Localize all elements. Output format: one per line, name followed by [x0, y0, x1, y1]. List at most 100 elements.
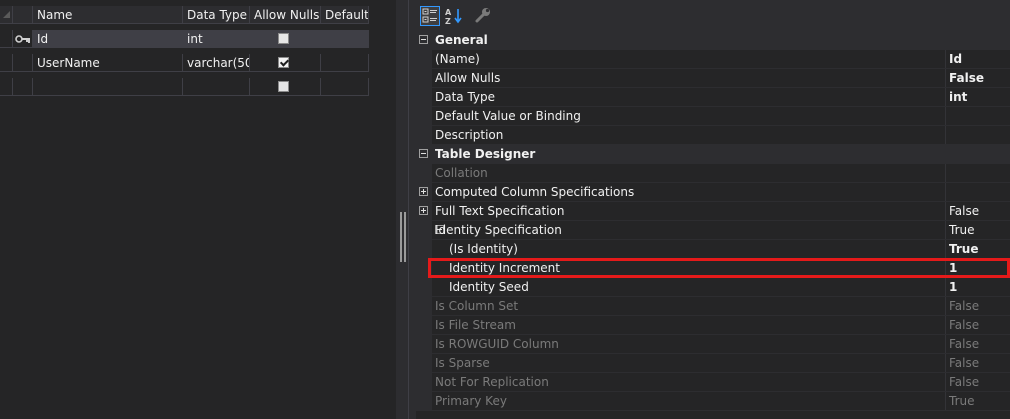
property-row-description[interactable]: Description — [416, 126, 1010, 145]
property-name: Description — [435, 128, 504, 142]
property-row-identity-seed[interactable]: Identity Seed 1 — [416, 278, 1010, 297]
property-name: (Name) — [435, 52, 480, 66]
expand-icon[interactable] — [419, 187, 428, 196]
allow-nulls-checkbox[interactable] — [278, 57, 289, 68]
cell-data-type[interactable]: varchar(50) — [183, 54, 250, 72]
cell-column-name[interactable]: UserName — [33, 54, 183, 72]
key-icon — [15, 35, 30, 43]
property-value[interactable]: False — [949, 354, 979, 373]
svg-text:Z: Z — [445, 17, 451, 26]
splitter-grip-icon[interactable] — [400, 212, 406, 262]
column-header-name[interactable]: Name — [33, 6, 183, 24]
property-row-allow-nulls[interactable]: Allow Nulls False — [416, 69, 1010, 88]
cell-column-name[interactable] — [33, 78, 183, 96]
property-name: Identity Specification — [435, 223, 562, 237]
property-row-is-identity[interactable]: (Is Identity) True — [416, 240, 1010, 259]
collapse-icon[interactable] — [419, 149, 428, 158]
alphabetical-icon: A Z — [445, 8, 462, 26]
categorized-icon — [422, 8, 437, 23]
property-value[interactable]: 1 — [949, 259, 957, 278]
property-name: Is File Stream — [435, 318, 516, 332]
property-value[interactable]: False — [949, 316, 979, 335]
column-header-allow-nulls[interactable]: Allow Nulls — [250, 6, 321, 24]
property-row-not-for-replication[interactable]: Not For Replication False — [416, 373, 1010, 392]
column-properties-pane: A Z General (Name) Id Allow Nulls False — [416, 0, 1010, 419]
column-header-data-type[interactable]: Data Type — [183, 6, 250, 24]
cell-default[interactable] — [321, 78, 369, 96]
table-row[interactable]: Id int — [0, 30, 369, 49]
property-value[interactable]: True — [949, 392, 975, 411]
property-value[interactable]: Id — [949, 50, 962, 69]
svg-text:A: A — [445, 8, 452, 17]
category-label: Table Designer — [435, 147, 536, 161]
column-grid-pane: Name Data Type Allow Nulls Default Id in… — [0, 0, 396, 419]
table-row[interactable] — [0, 78, 369, 97]
property-row-collation[interactable]: Collation — [416, 164, 1010, 183]
property-row-computed-column[interactable]: Computed Column Specifications — [416, 183, 1010, 202]
cell-default[interactable] — [321, 54, 369, 72]
select-all-triangle-icon — [3, 11, 10, 18]
property-name: Is Sparse — [435, 356, 490, 370]
cell-allow-nulls[interactable] — [250, 54, 321, 72]
column-header-default[interactable]: Default — [321, 6, 369, 24]
property-value[interactable]: False — [949, 335, 979, 354]
property-row-default-value[interactable]: Default Value or Binding — [416, 107, 1010, 126]
primary-key-cell — [13, 78, 33, 96]
cell-default[interactable] — [321, 30, 369, 48]
property-name: Allow Nulls — [435, 71, 501, 85]
property-value[interactable]: int — [949, 88, 967, 107]
property-name: Primary Key — [435, 394, 507, 408]
table-row[interactable]: UserName varchar(50) — [0, 54, 369, 73]
property-value[interactable]: True — [949, 221, 975, 240]
property-row-name[interactable]: (Name) Id — [416, 50, 1010, 69]
category-general[interactable]: General — [416, 31, 1010, 50]
property-row-identity-specification[interactable]: Identity Specification True — [416, 221, 1010, 240]
property-value[interactable]: False — [949, 297, 979, 316]
pane-splitter[interactable] — [396, 0, 416, 419]
category-label: General — [435, 33, 488, 47]
cell-allow-nulls[interactable] — [250, 78, 321, 96]
category-table-designer[interactable]: Table Designer — [416, 145, 1010, 164]
cell-column-name[interactable]: Id — [33, 30, 183, 48]
cell-data-type[interactable] — [183, 78, 250, 96]
alphabetical-button[interactable]: A Z — [444, 6, 464, 26]
property-name: Is ROWGUID Column — [435, 337, 559, 351]
property-row-full-text[interactable]: Full Text Specification False — [416, 202, 1010, 221]
wrench-icon — [475, 8, 490, 23]
property-name: Is Column Set — [435, 299, 519, 313]
categorized-button[interactable] — [420, 6, 440, 26]
property-value[interactable]: True — [949, 240, 978, 259]
property-row-is-file-stream[interactable]: Is File Stream False — [416, 316, 1010, 335]
primary-key-cell — [13, 54, 33, 72]
property-row-primary-key[interactable]: Primary Key True — [416, 392, 1010, 411]
property-row-is-column-set[interactable]: Is Column Set False — [416, 297, 1010, 316]
allow-nulls-checkbox[interactable] — [278, 81, 289, 92]
property-value[interactable]: False — [949, 202, 979, 221]
grid-corner[interactable] — [0, 6, 13, 24]
grid-header-row: Name Data Type Allow Nulls Default — [0, 6, 369, 25]
collapse-icon[interactable] — [419, 35, 428, 44]
row-selector[interactable] — [0, 54, 13, 72]
property-value[interactable]: False — [949, 373, 979, 392]
cell-data-type[interactable]: int — [183, 30, 250, 48]
allow-nulls-checkbox[interactable] — [278, 33, 289, 44]
property-value[interactable]: False — [949, 69, 984, 88]
expand-icon[interactable] — [419, 206, 428, 215]
property-row-is-sparse[interactable]: Is Sparse False — [416, 354, 1010, 373]
property-pages-button[interactable] — [474, 6, 494, 26]
property-name: Data Type — [435, 90, 496, 104]
property-name: (Is Identity) — [449, 242, 518, 256]
row-selector[interactable] — [0, 30, 13, 48]
property-value[interactable]: 1 — [949, 278, 957, 297]
cell-allow-nulls[interactable] — [250, 30, 321, 48]
property-name: Full Text Specification — [435, 204, 565, 218]
splitter-divider — [408, 0, 409, 419]
row-selector[interactable] — [0, 78, 13, 96]
property-row-identity-increment[interactable]: Identity Increment 1 — [416, 259, 1010, 278]
property-name: Not For Replication — [435, 375, 549, 389]
property-row-is-rowguid-column[interactable]: Is ROWGUID Column False — [416, 335, 1010, 354]
property-name: Default Value or Binding — [435, 109, 581, 123]
property-name: Identity Seed — [449, 280, 529, 294]
property-row-data-type[interactable]: Data Type int — [416, 88, 1010, 107]
grid-header-indicator — [13, 6, 33, 24]
